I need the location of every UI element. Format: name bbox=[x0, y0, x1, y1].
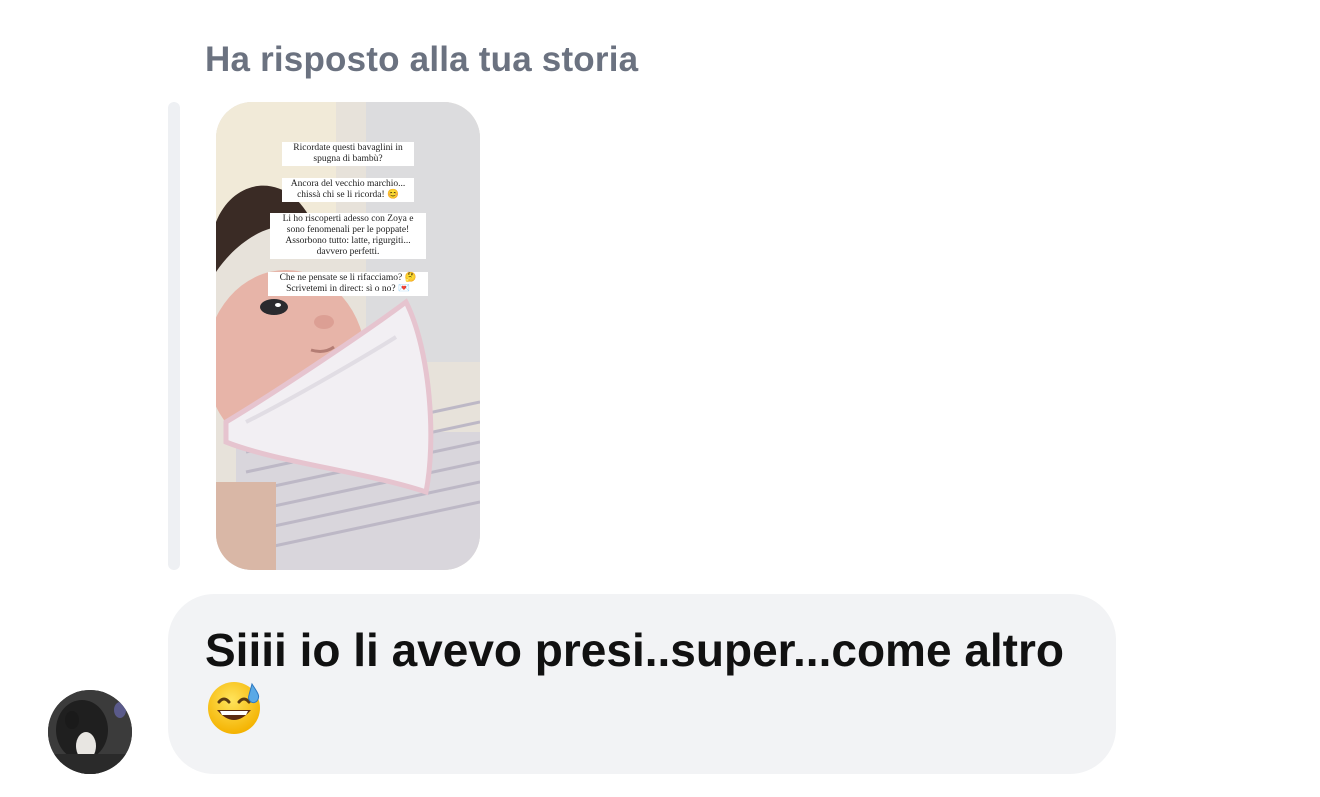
dm-conversation: Ha risposto alla tua storia Ricordate qu… bbox=[0, 0, 1320, 797]
quote-bar bbox=[168, 102, 180, 570]
message-text-container: Siiii io li avevo presi..super...come al… bbox=[205, 622, 1095, 748]
story-caption-4: Che ne pensate se li rifacciamo? 🤔 Scriv… bbox=[268, 272, 428, 296]
story-caption-3: Li ho riscoperti adesso con Zoya e sono … bbox=[270, 213, 426, 259]
story-preview[interactable]: Ricordate questi bavaglini in spugna di … bbox=[216, 102, 480, 570]
reply-context-label: Ha risposto alla tua storia bbox=[205, 40, 639, 79]
message-bubble[interactable]: Siiii io li avevo presi..super...come al… bbox=[168, 594, 1116, 774]
story-caption-2: Ancora del vecchio marchio... chissà chi… bbox=[282, 178, 414, 202]
story-caption-1: Ricordate questi bavaglini in spugna di … bbox=[282, 142, 414, 166]
sender-avatar[interactable] bbox=[48, 690, 132, 774]
grinning-face-with-sweat-icon bbox=[205, 678, 263, 748]
story-photo bbox=[216, 102, 480, 570]
message-text: Siiii io li avevo presi..super...come al… bbox=[205, 624, 1064, 676]
avatar-dog-photo bbox=[48, 690, 132, 774]
